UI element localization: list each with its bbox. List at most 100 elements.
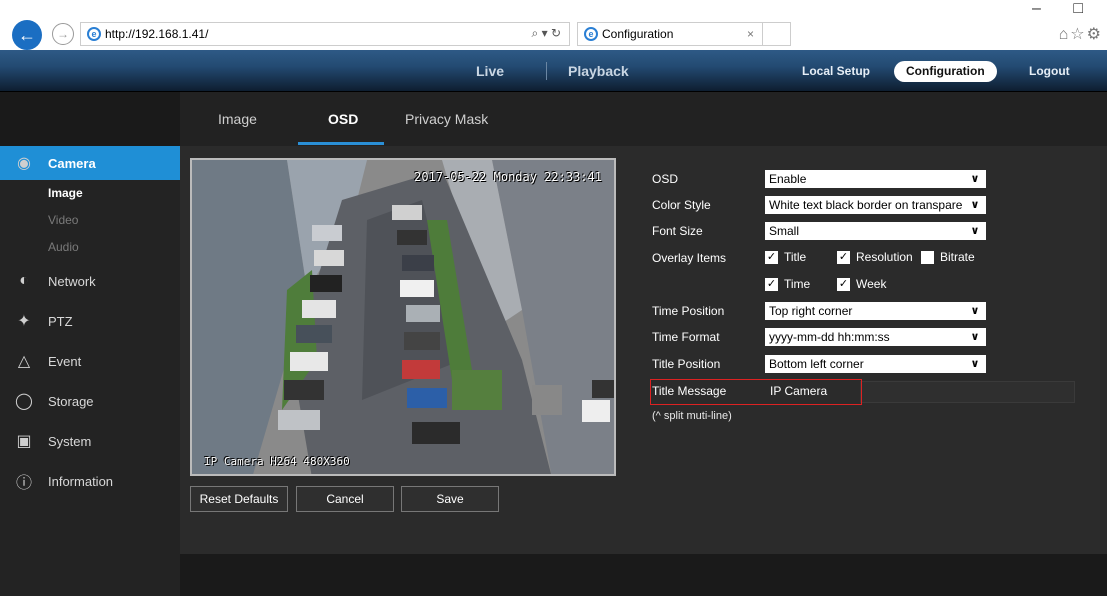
checkbox-time[interactable]: ✓ Time (765, 277, 810, 291)
tab-close-icon[interactable]: × (747, 27, 754, 41)
camera-scene-image (192, 160, 614, 474)
checkbox-label: Time (784, 277, 811, 291)
title-message-field-bg (860, 381, 1075, 403)
title-message-input[interactable]: IP Camera (770, 384, 827, 398)
sidebar-item-ptz[interactable]: ✦ PTZ (0, 301, 180, 341)
title-position-select[interactable]: Bottom left corner ∨ (765, 355, 986, 373)
tab-image[interactable]: Image (218, 92, 257, 146)
sidebar-header (0, 92, 180, 146)
select-value: Enable (769, 172, 807, 186)
osd-timestamp: 2017-05-22 Monday 22:33:41 (414, 170, 602, 184)
new-tab-button[interactable] (763, 22, 791, 46)
sidebar-item-network[interactable]: ◐ Network (0, 261, 180, 301)
sidebar-item-information[interactable]: ⓘ Information (0, 461, 180, 501)
window-controls[interactable]: – □ (1032, 0, 1097, 18)
browser-chrome: ← → e http://192.168.1.41/ ⌕ ▾ ↻ e Confi… (0, 0, 1107, 50)
sidebar-item-label: Network (48, 273, 96, 289)
monitor-icon: ▣ (16, 433, 32, 450)
osd-label: OSD (652, 172, 679, 186)
globe-icon: ◐ (19, 272, 29, 289)
ie-icon: e (584, 27, 598, 41)
checkbox-bitrate[interactable]: Bitrate (921, 250, 975, 264)
sidebar-item-event[interactable]: △ Event (0, 341, 180, 381)
nav-local-setup[interactable]: Local Setup (802, 50, 870, 92)
checkbox-checked-icon: ✓ (765, 250, 778, 264)
video-preview: 2017-05-22 Monday 22:33:41 IP Camera H26… (190, 158, 616, 476)
save-button[interactable]: Save (401, 486, 499, 512)
address-bar[interactable]: e http://192.168.1.41/ ⌕ ▾ ↻ (80, 22, 570, 46)
tab-privacy-mask[interactable]: Privacy Mask (405, 92, 488, 146)
sidebar-subitem-audio[interactable]: Audio (0, 234, 180, 261)
chevron-down-icon: ∨ (967, 355, 983, 373)
ie-icon: e (87, 27, 101, 41)
checkbox-checked-icon: ✓ (765, 277, 778, 291)
time-position-label: Time Position (652, 304, 725, 318)
nav-logout[interactable]: Logout (1029, 50, 1070, 92)
toolbar-icons[interactable]: ⌂☆⚙ (1059, 24, 1103, 44)
checkbox-checked-icon: ✓ (837, 277, 850, 291)
color-style-select[interactable]: White text black border on transpare ∨ (765, 196, 986, 214)
font-size-select[interactable]: Small ∨ (765, 222, 986, 240)
osd-title-caption: IP Camera H264 480X360 (204, 455, 350, 468)
checkbox-title[interactable]: ✓ Title (765, 250, 806, 264)
chevron-down-icon: ∨ (967, 222, 983, 240)
checkbox-label: Resolution (856, 250, 913, 264)
bell-icon: △ (17, 353, 31, 370)
cancel-button[interactable]: Cancel (296, 486, 394, 512)
checkbox-resolution[interactable]: ✓ Resolution (837, 250, 913, 264)
osd-select[interactable]: Enable ∨ (765, 170, 986, 188)
nav-configuration[interactable]: Configuration (894, 61, 997, 82)
sidebar-item-label: Event (48, 353, 82, 369)
chevron-down-icon: ∨ (967, 302, 983, 320)
font-size-label: Font Size (652, 224, 703, 238)
sidebar-item-system[interactable]: ▣ System (0, 421, 180, 461)
url-text: http://192.168.1.41/ (105, 27, 209, 41)
time-position-select[interactable]: Top right corner ∨ (765, 302, 986, 320)
ptz-icon: ✦ (17, 313, 31, 330)
content-footer (180, 554, 1107, 596)
forward-icon[interactable]: → (52, 23, 74, 45)
checkbox-label: Bitrate (940, 250, 975, 264)
sidebar-item-label: Information (48, 473, 114, 489)
checkbox-checked-icon: ✓ (837, 250, 850, 264)
time-format-select[interactable]: yyyy-mm-dd hh:mm:ss ∨ (765, 328, 986, 346)
sidebar-item-camera[interactable]: ◉ Camera (0, 146, 190, 180)
sidebar-item-label: PTZ (48, 313, 73, 329)
top-nav-bar: Live Playback Local Setup Configuration … (0, 50, 1107, 92)
nav-divider (546, 62, 547, 80)
tab-bar: Image OSD Privacy Mask (180, 92, 1107, 146)
chevron-down-icon: ∨ (967, 170, 983, 188)
sidebar-item-label: Storage (48, 393, 94, 409)
time-format-label: Time Format (652, 330, 720, 344)
checkbox-label: Title (784, 250, 807, 264)
title-message-label: Title Message (652, 384, 727, 398)
info-icon: ⓘ (15, 475, 32, 492)
checkbox-label: Week (856, 277, 887, 291)
nav-playback[interactable]: Playback (568, 50, 629, 92)
active-tab-indicator (298, 142, 384, 145)
camera-icon: ◉ (17, 155, 31, 172)
select-value: White text black border on transpare (769, 198, 963, 212)
chevron-down-icon: ∨ (967, 196, 983, 214)
storage-icon: ◯ (15, 393, 33, 410)
back-icon[interactable]: ← (12, 20, 42, 50)
sidebar-item-label: System (48, 433, 92, 449)
sidebar: ◉ Camera Image Video Audio ◐ Network ✦ P… (0, 92, 190, 596)
checkbox-unchecked-icon (921, 250, 934, 264)
browser-tab[interactable]: e Configuration × (577, 22, 763, 46)
sidebar-subitem-video[interactable]: Video (0, 207, 180, 234)
address-tools-icons[interactable]: ⌕ ▾ ↻ (532, 26, 561, 41)
checkbox-week[interactable]: ✓ Week (837, 277, 886, 291)
tab-osd[interactable]: OSD (328, 92, 358, 146)
title-position-label: Title Position (652, 357, 721, 371)
main-content: Image OSD Privacy Mask 2017-05-22 Monday… (180, 92, 1107, 554)
tab-title: Configuration (602, 27, 674, 41)
sidebar-subitem-image[interactable]: Image (0, 180, 180, 207)
reset-defaults-button[interactable]: Reset Defaults (190, 486, 288, 512)
sidebar-item-label: Camera (48, 155, 96, 171)
nav-live[interactable]: Live (476, 50, 504, 92)
select-value: Bottom left corner (769, 357, 864, 371)
sidebar-item-storage[interactable]: ◯ Storage (0, 381, 180, 421)
select-value: yyyy-mm-dd hh:mm:ss (769, 330, 890, 344)
chevron-down-icon: ∨ (967, 328, 983, 346)
